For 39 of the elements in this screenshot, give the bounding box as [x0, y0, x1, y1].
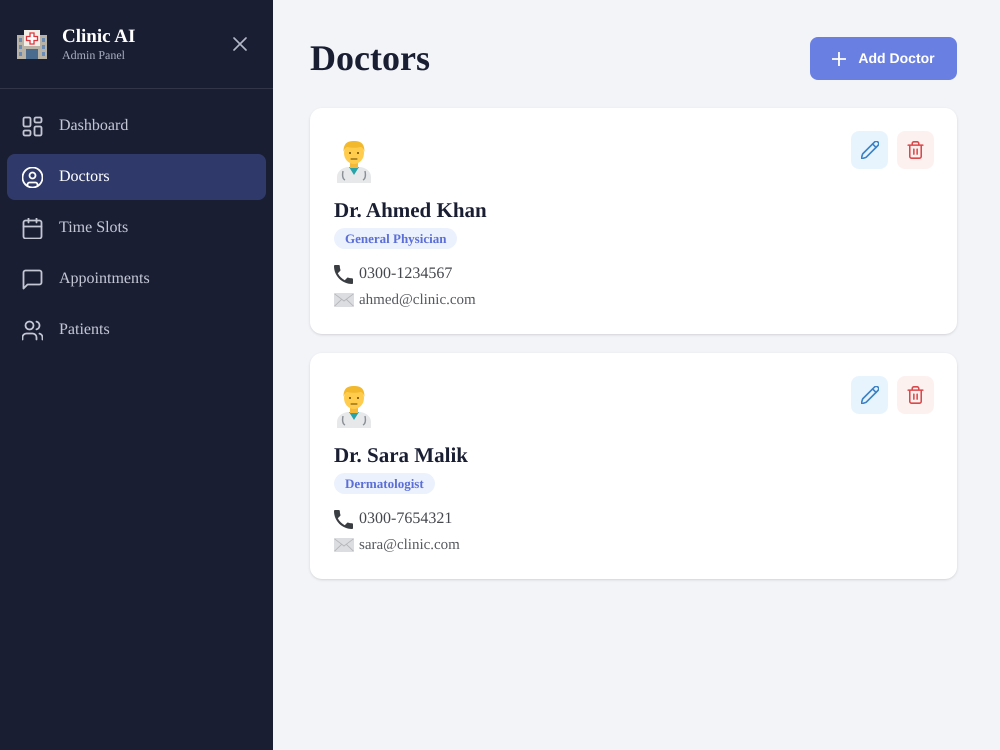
specialty-tag: Dermatologist — [334, 473, 435, 494]
sidebar-item[interactable]: Dashboard — [7, 103, 266, 149]
delete-button[interactable] — [897, 131, 934, 169]
brand-title: Clinic AI — [62, 26, 136, 48]
sidebar-item[interactable]: Time Slots — [7, 205, 266, 251]
sidebar-item[interactable]: Doctors — [7, 154, 266, 200]
pencil-icon — [860, 386, 878, 404]
sidebar-item[interactable]: Appointments — [7, 256, 266, 302]
email-address: ahmed@clinic.com — [359, 291, 476, 310]
envelope-icon — [334, 293, 354, 307]
doctor-name: Dr. Sara Malik — [334, 442, 468, 468]
edit-button[interactable] — [851, 131, 888, 169]
delete-button[interactable] — [897, 376, 934, 414]
doctor-icon — [334, 384, 374, 428]
envelope-icon — [334, 538, 354, 552]
phone-number: 0300-7654321 — [359, 509, 452, 529]
sidebar-item[interactable]: Patients — [7, 307, 266, 353]
edit-button[interactable] — [851, 376, 888, 414]
hospital-icon — [16, 28, 48, 60]
doctor-name: Dr. Ahmed Khan — [334, 197, 487, 223]
doctor-icon — [334, 139, 374, 183]
phone-icon — [334, 264, 353, 284]
add-doctor-button[interactable]: Add Doctor — [810, 37, 957, 80]
calendar-icon — [22, 218, 43, 238]
close-button[interactable] — [231, 35, 249, 53]
plus-icon — [832, 52, 846, 66]
dashboard-icon — [22, 116, 43, 136]
pencil-icon — [860, 141, 878, 159]
trash-icon — [907, 141, 924, 159]
page-title: Doctors — [310, 37, 430, 80]
email-address: sara@clinic.com — [359, 536, 460, 555]
phone-icon — [334, 510, 353, 528]
brand-subtitle: Admin Panel — [62, 48, 126, 62]
specialty-tag: General Physician — [334, 228, 458, 249]
message-icon — [22, 268, 43, 290]
phone-number: 0300-1234567 — [359, 264, 452, 284]
users-icon — [22, 320, 43, 340]
trash-icon — [907, 386, 924, 404]
close-icon — [233, 37, 247, 51]
